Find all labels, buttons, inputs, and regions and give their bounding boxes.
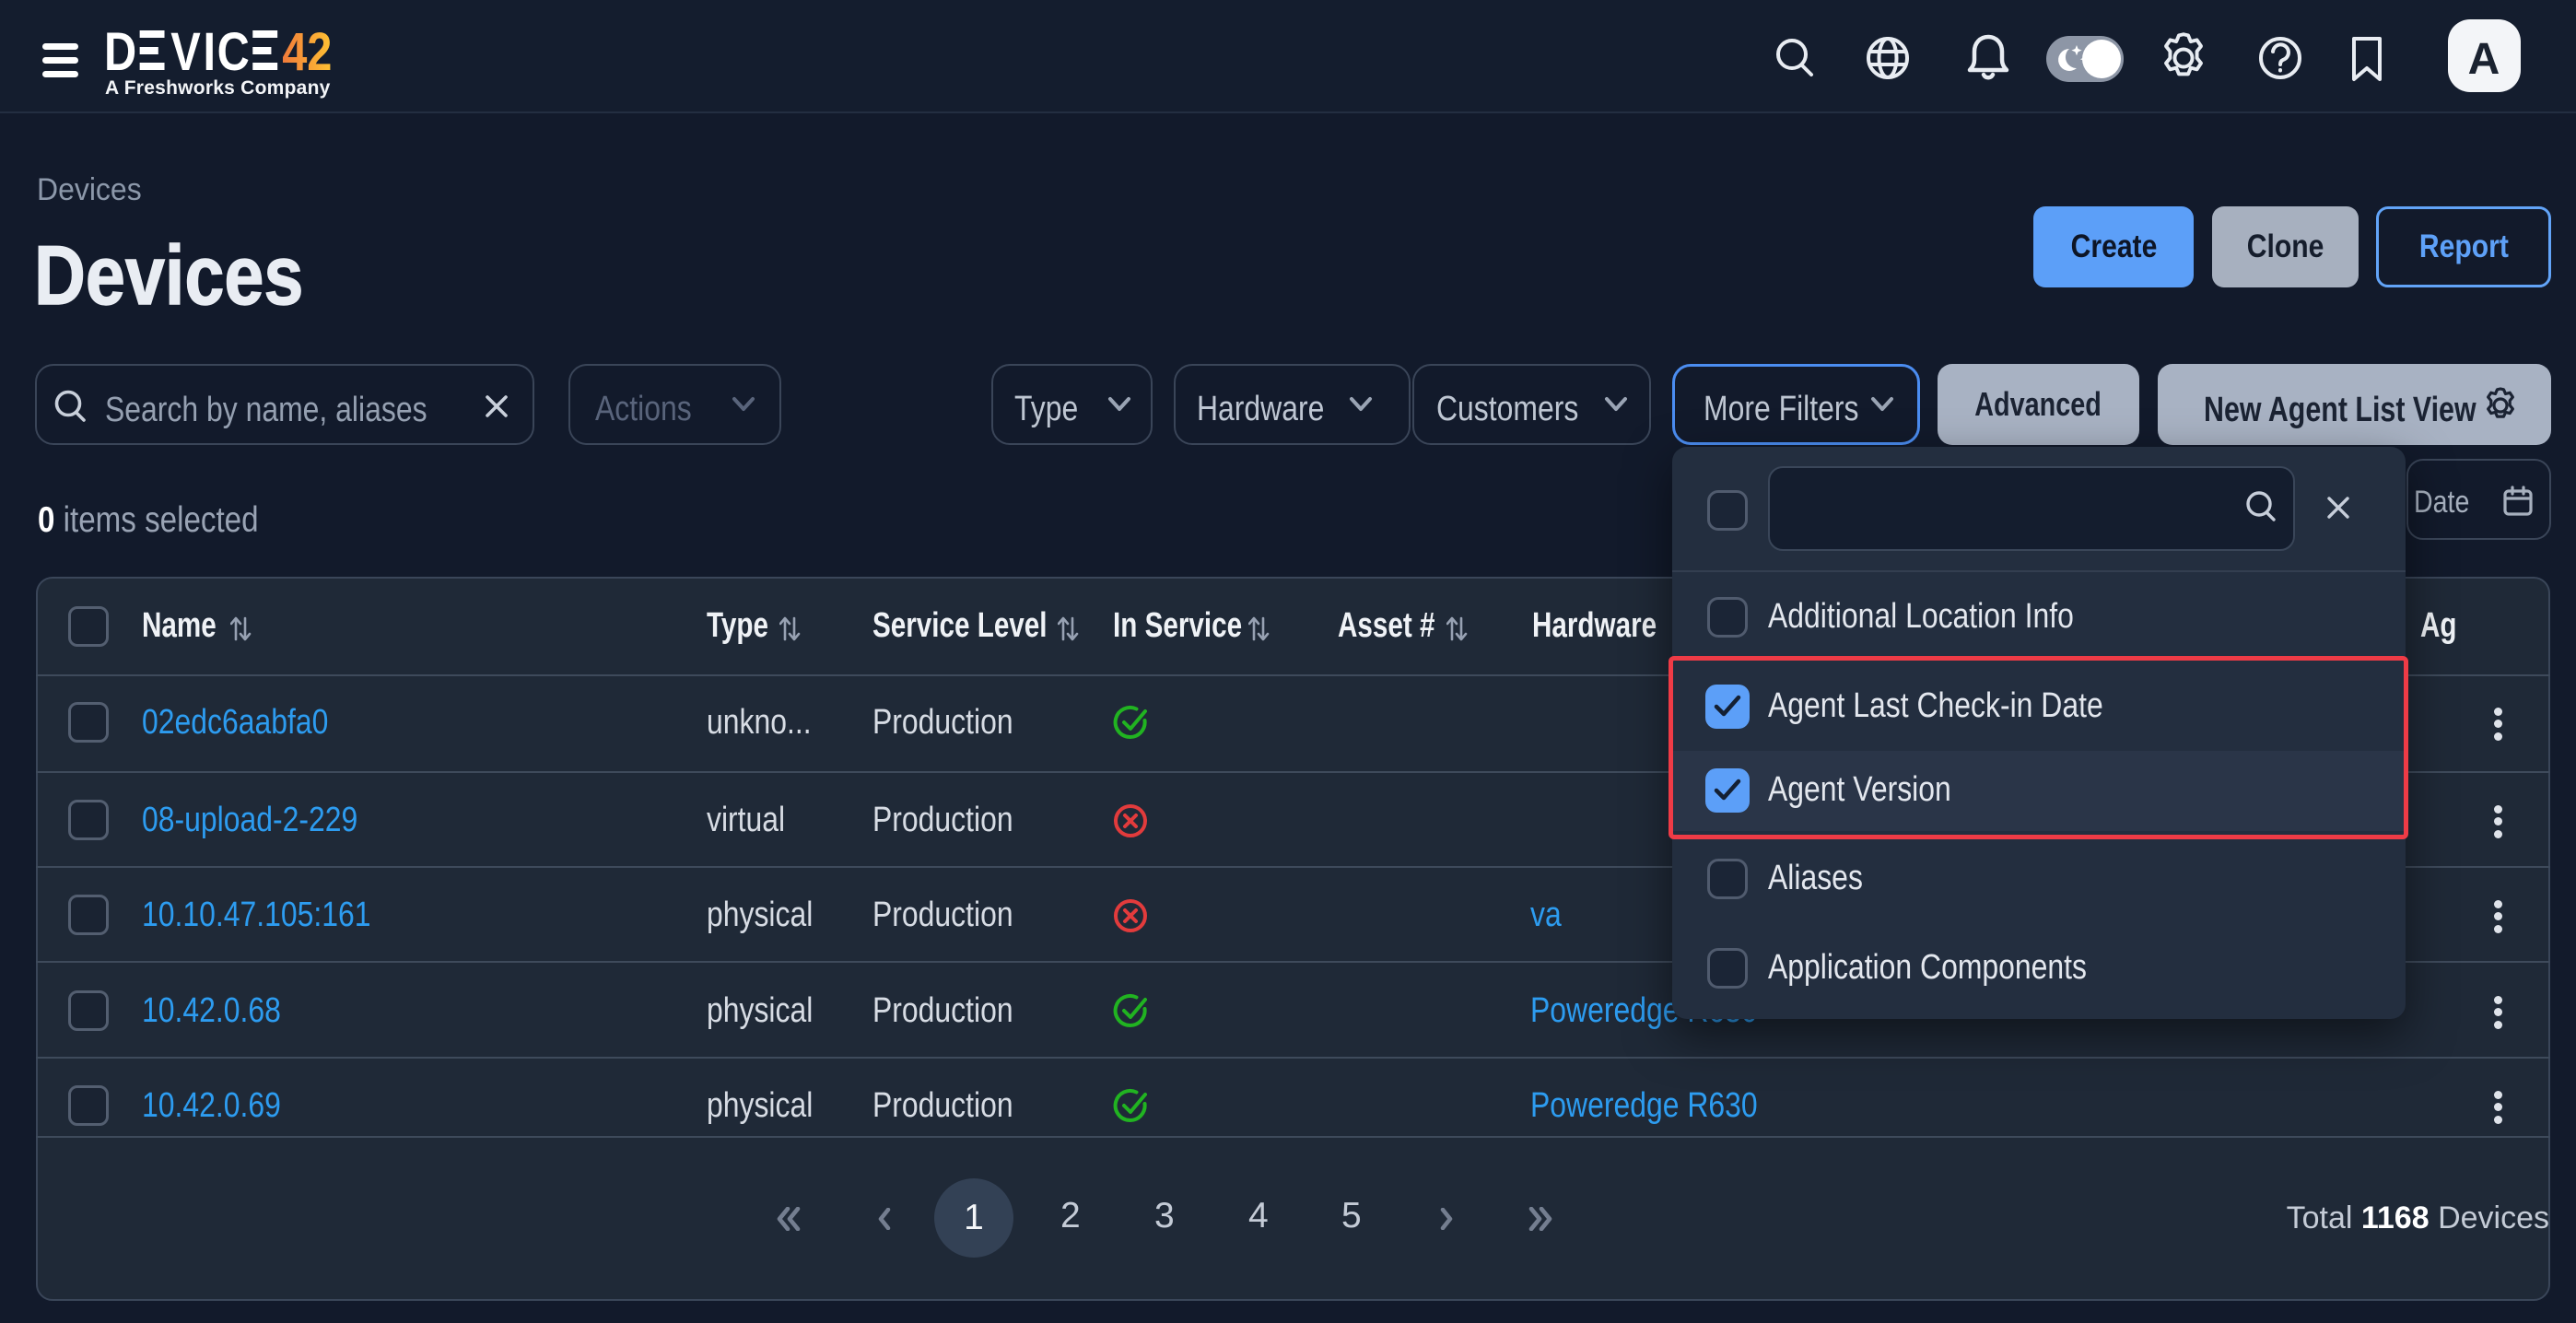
svg-text:D: D: [104, 28, 136, 74]
svg-text:42: 42: [282, 28, 332, 74]
svg-text:I: I: [204, 28, 217, 74]
svg-text:C: C: [217, 28, 250, 74]
svg-text:V: V: [170, 28, 201, 74]
svg-text:A: A: [2468, 35, 2500, 84]
